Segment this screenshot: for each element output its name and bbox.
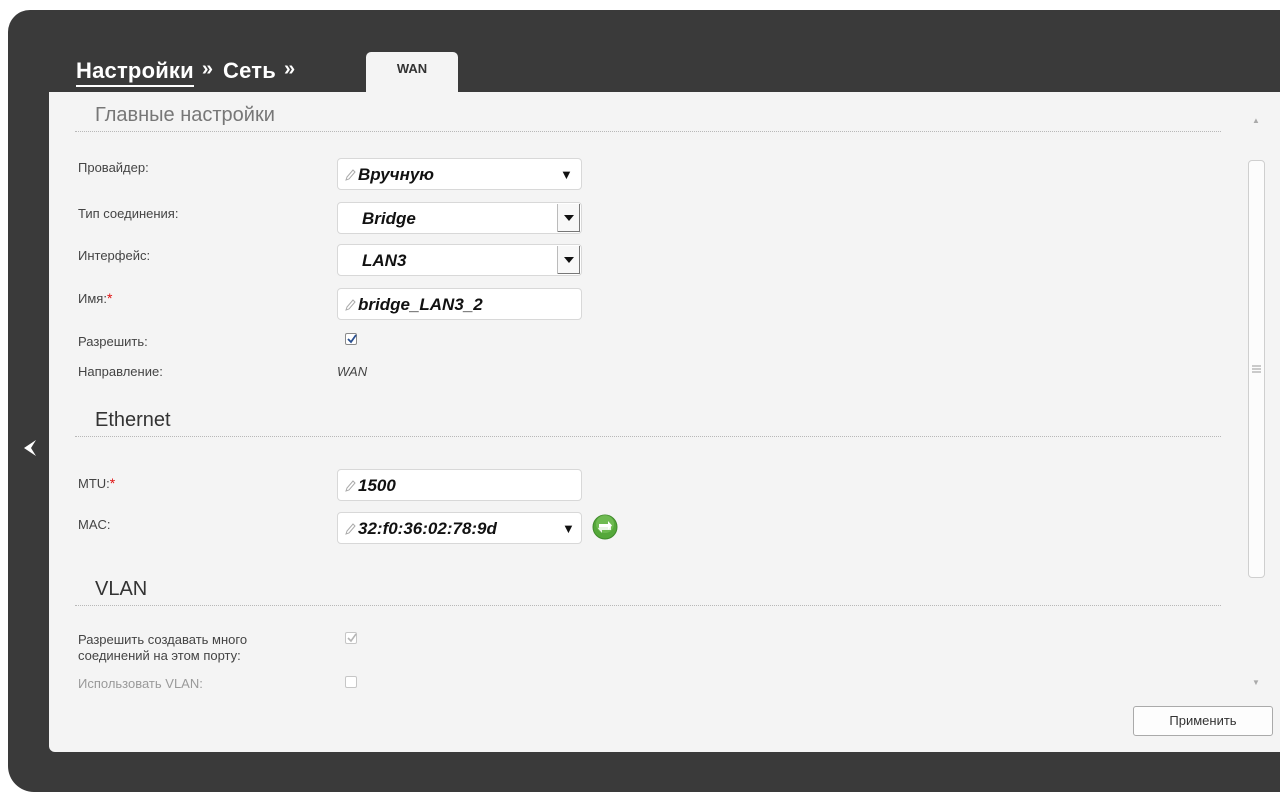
breadcrumb: Настройки » Сеть » xyxy=(76,58,305,94)
mac-value: 32:f0:36:02:78:9d xyxy=(358,519,497,538)
section-title-vlan: VLAN xyxy=(95,578,148,600)
section-title-main: Главные настройки xyxy=(95,104,275,126)
checkmark-icon xyxy=(347,633,357,643)
pencil-icon xyxy=(345,169,356,181)
mtu-input[interactable]: 1500 xyxy=(337,469,582,501)
enable-checkbox[interactable] xyxy=(345,333,357,345)
chevron-down-icon[interactable] xyxy=(557,246,580,274)
tab-wan[interactable]: WAN xyxy=(366,52,458,96)
settings-content: Главные настройки Провайдер: Вручную ▼ Т… xyxy=(49,92,1239,697)
provider-value: Вручную xyxy=(358,165,435,184)
provider-label: Провайдер: xyxy=(78,160,149,175)
multi-conn-label: Разрешить создавать много соединений на … xyxy=(78,632,247,664)
multi-conn-checkbox[interactable] xyxy=(345,632,357,644)
mac-select[interactable]: 32:f0:36:02:78:9d ▼ xyxy=(337,512,582,544)
refresh-icon[interactable] xyxy=(592,514,618,540)
scroll-down-icon[interactable]: ▼ xyxy=(1252,678,1260,687)
use-vlan-label: Использовать VLAN: xyxy=(78,676,203,691)
direction-value: WAN xyxy=(337,364,368,379)
breadcrumb-separator: » xyxy=(283,58,296,80)
name-label-text: Имя: xyxy=(78,291,107,306)
interface-value: LAN3 xyxy=(362,251,407,270)
section-divider xyxy=(75,131,1221,132)
pencil-icon xyxy=(345,523,356,535)
required-mark: * xyxy=(106,290,113,306)
section-divider xyxy=(75,436,1221,437)
interface-label: Интерфейс: xyxy=(78,248,151,263)
mtu-label-text: MTU: xyxy=(78,476,110,491)
chevron-down-icon: ▼ xyxy=(560,167,573,182)
interface-select[interactable]: LAN3 xyxy=(337,244,582,276)
settings-panel: Главные настройки Провайдер: Вручную ▼ Т… xyxy=(49,92,1280,752)
required-mark: * xyxy=(109,475,116,491)
scroll-up-icon[interactable]: ▲ xyxy=(1252,116,1260,125)
grip-icon xyxy=(1252,365,1261,373)
pencil-icon xyxy=(345,480,356,492)
use-vlan-checkbox[interactable] xyxy=(345,676,357,688)
mtu-value: 1500 xyxy=(358,476,396,495)
chevron-left-icon[interactable] xyxy=(20,436,44,460)
scrollbar-thumb[interactable] xyxy=(1248,160,1265,578)
name-value: bridge_LAN3_2 xyxy=(358,295,483,314)
chevron-down-icon: ▼ xyxy=(562,521,575,536)
section-divider xyxy=(75,605,1221,606)
multi-conn-label-line1: Разрешить создавать много xyxy=(78,632,248,647)
connection-type-value: Bridge xyxy=(362,209,416,228)
pencil-icon xyxy=(345,299,356,311)
direction-label: Направление: xyxy=(78,364,163,379)
connection-type-select[interactable]: Bridge xyxy=(337,202,582,234)
provider-select[interactable]: Вручную ▼ xyxy=(337,158,582,190)
chevron-down-icon[interactable] xyxy=(557,204,580,232)
scrollbar[interactable]: ▲ ▼ xyxy=(1246,92,1280,697)
multi-conn-label-line2: соединений на этом порту: xyxy=(78,648,241,663)
breadcrumb-network[interactable]: Сеть xyxy=(223,58,276,84)
mac-label: MAC: xyxy=(78,517,111,532)
enable-label: Разрешить: xyxy=(78,334,148,349)
breadcrumb-separator: » xyxy=(201,58,213,80)
section-title-ethernet: Ethernet xyxy=(95,409,171,431)
name-label: Имя:* xyxy=(78,290,112,307)
checkmark-icon xyxy=(347,334,357,344)
apply-button[interactable]: Применить xyxy=(1133,706,1273,736)
connection-type-label: Тип соединения: xyxy=(78,206,179,221)
mtu-label: MTU:* xyxy=(78,475,115,492)
name-input[interactable]: bridge_LAN3_2 xyxy=(337,288,582,320)
breadcrumb-settings[interactable]: Настройки xyxy=(76,58,194,87)
